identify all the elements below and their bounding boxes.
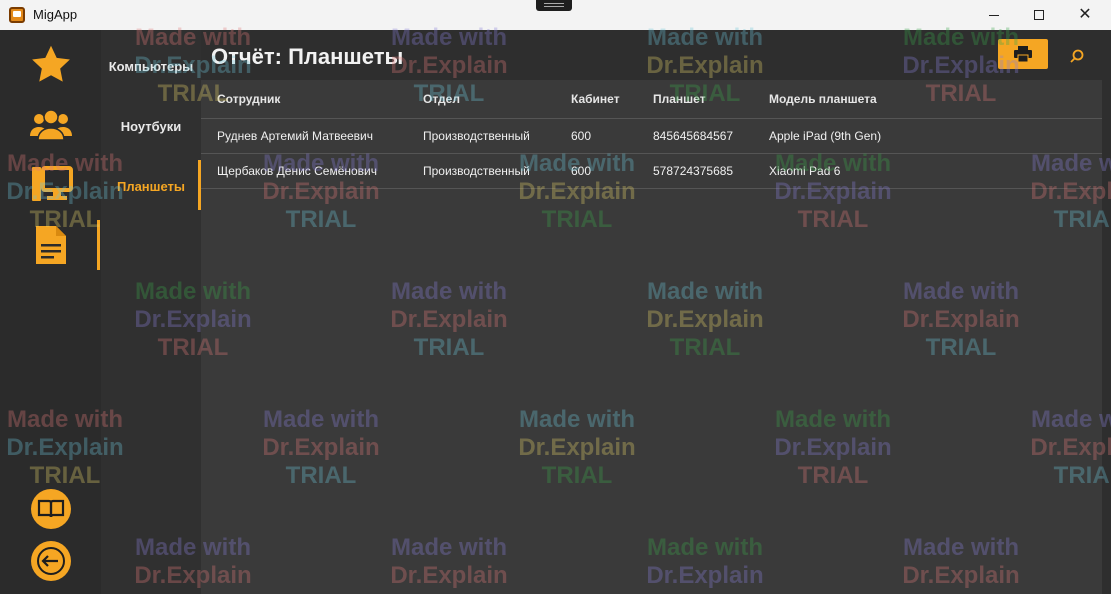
- cell-department: Производственный: [407, 153, 555, 189]
- table-row[interactable]: Щербаков Денис Семёнович Производственны…: [201, 153, 1102, 189]
- icon-rail: [0, 30, 101, 594]
- column-header-tablet[interactable]: Планшет: [637, 80, 753, 119]
- cell-tablet: 578724375685: [637, 153, 753, 189]
- search-button[interactable]: [1067, 46, 1087, 66]
- nav-item-laptops[interactable]: Ноутбуки: [101, 119, 201, 134]
- minimize-icon: [989, 14, 999, 16]
- report-document-icon: [36, 226, 66, 264]
- rail-item-logout[interactable]: [27, 538, 75, 584]
- column-header-employee[interactable]: Сотрудник: [201, 80, 407, 119]
- printer-icon: [1014, 46, 1032, 62]
- search-icon: [1070, 49, 1084, 63]
- table-row[interactable]: Руднев Артемий Матвеевич Производственны…: [201, 118, 1102, 154]
- nav-item-computers[interactable]: Компьютеры: [101, 59, 201, 74]
- close-button[interactable]: ✕: [1062, 0, 1108, 30]
- title-bar: MigApp ✕: [0, 0, 1111, 30]
- report-table: Сотрудник Отдел Кабинет Планшет Модель п…: [201, 80, 1102, 189]
- rail-active-indicator: [97, 220, 100, 270]
- rail-item-computers[interactable]: [27, 162, 75, 208]
- star-icon: [32, 45, 70, 82]
- column-header-office[interactable]: Кабинет: [555, 80, 637, 119]
- cell-tablet-model: Apple iPad (9th Gen): [753, 118, 1102, 154]
- snap-layout-handle[interactable]: [536, 0, 572, 11]
- cell-employee: Руднев Артемий Матвеевич: [201, 118, 407, 154]
- app-window: MigApp ✕ Компьютеры Ноутбуки Планшеты От…: [0, 0, 1111, 594]
- cell-tablet-model: Xiaomi Pad 6: [753, 153, 1102, 189]
- minimize-button[interactable]: [971, 0, 1017, 30]
- report-table-container: Сотрудник Отдел Кабинет Планшет Модель п…: [201, 80, 1102, 594]
- rail-item-favorites[interactable]: [27, 42, 75, 88]
- app-title: MigApp: [33, 7, 78, 22]
- maximize-icon: [1034, 10, 1044, 20]
- column-header-department[interactable]: Отдел: [407, 80, 555, 119]
- main-content: Отчёт: Планшеты Сотрудник Отдел Кабинет …: [201, 30, 1111, 594]
- computer-icon: [32, 166, 73, 201]
- cell-tablet: 845645684567: [637, 118, 753, 154]
- page-title: Отчёт: Планшеты: [211, 44, 404, 69]
- table-header-row: Сотрудник Отдел Кабинет Планшет Модель п…: [201, 80, 1102, 119]
- nav-item-tablets[interactable]: Планшеты: [101, 179, 201, 194]
- cell-office: 600: [555, 118, 637, 154]
- report-nav-panel: Компьютеры Ноутбуки Планшеты: [101, 30, 201, 594]
- cell-department: Производственный: [407, 118, 555, 154]
- maximize-button[interactable]: [1016, 0, 1062, 30]
- rail-item-employees[interactable]: [27, 103, 75, 149]
- cell-office: 600: [555, 153, 637, 189]
- app-logo-icon: [9, 7, 25, 23]
- close-icon: ✕: [1078, 6, 1092, 23]
- rail-item-help[interactable]: [27, 486, 75, 532]
- cell-employee: Щербаков Денис Семёнович: [201, 153, 407, 189]
- logout-icon: [31, 541, 71, 581]
- users-icon: [30, 109, 72, 141]
- column-header-tablet-model[interactable]: Модель планшета: [753, 80, 1102, 119]
- rail-item-reports[interactable]: [27, 222, 75, 268]
- print-button[interactable]: [998, 39, 1048, 69]
- book-icon: [31, 489, 71, 529]
